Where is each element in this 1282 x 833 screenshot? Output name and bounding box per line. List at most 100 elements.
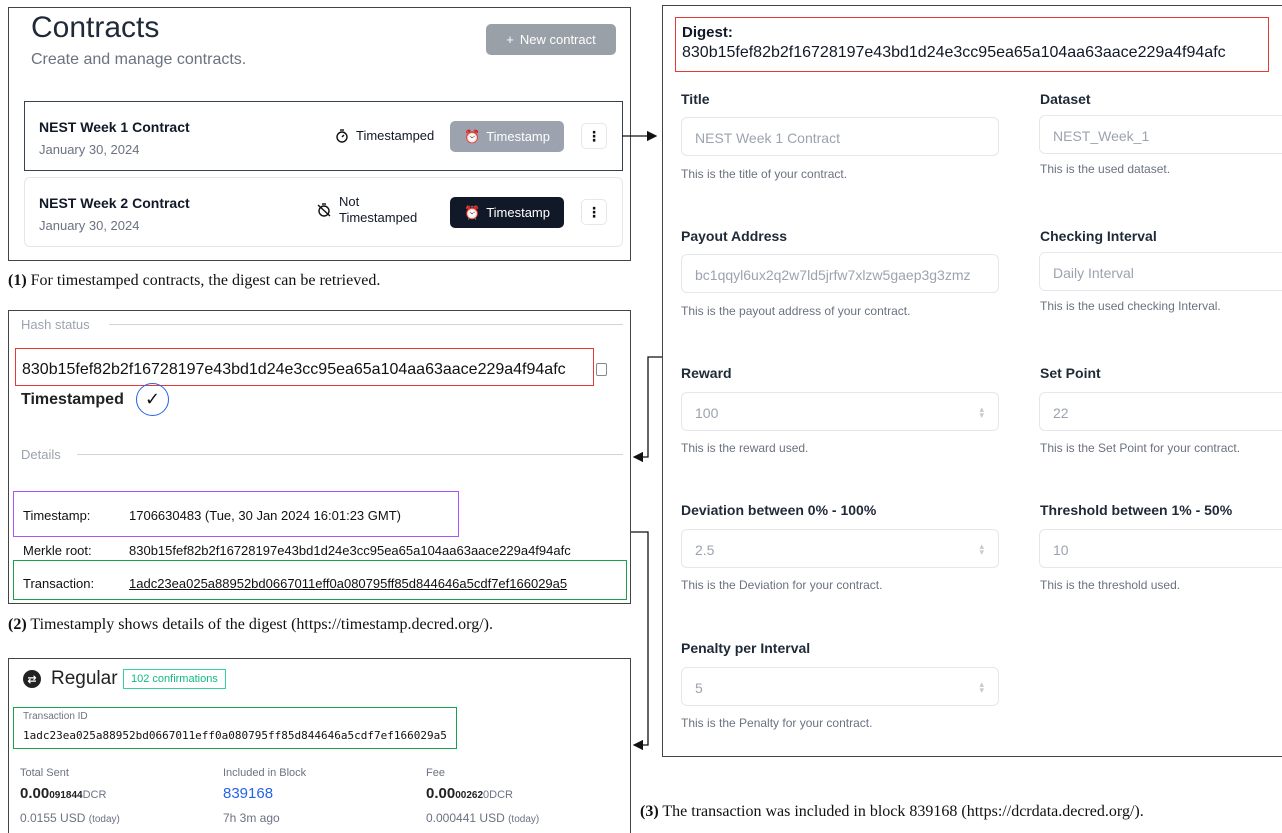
amount-main: 0.00: [426, 785, 456, 802]
contract-row-week-2[interactable]: NEST Week 2 Contract January 30, 2024 No…: [24, 177, 623, 247]
divider: [109, 324, 623, 325]
title-input[interactable]: NEST Week 1 Contract: [681, 117, 999, 156]
detail-value: 1706630483 (Tue, 30 Jan 2024 16:01:23 GM…: [129, 508, 401, 523]
contract-date: January 30, 2024: [39, 218, 140, 233]
caption-1: (1) For timestamped contracts, the diges…: [8, 272, 380, 290]
contract-name: NEST Week 2 Contract: [39, 195, 190, 211]
usd-amount: 0.0155: [20, 811, 57, 825]
spinner-icon[interactable]: ▴ ▾: [979, 542, 984, 557]
fee-label: Fee: [426, 767, 445, 779]
status-timestamped: Timestamped: [336, 128, 434, 143]
more-options-icon[interactable]: ⋮: [581, 199, 607, 225]
page-subtitle: Create and manage contracts.: [31, 51, 247, 68]
set-point-input[interactable]: 22: [1039, 392, 1282, 431]
hash-status-heading: Hash status: [21, 317, 90, 332]
alarm-clock-icon: ⏰: [464, 204, 481, 220]
stopwatch-icon: [336, 128, 348, 143]
dcrdata-panel: ⇄ Regular 102 confirmations Transaction …: [8, 658, 631, 833]
penalty-value: 5: [695, 680, 703, 696]
detail-key: Timestamp:: [23, 508, 91, 523]
payout-address-input[interactable]: bc1qqyl6ux2q2w7ld5jrfw7xlzw5gaep3g3zmz: [681, 254, 999, 293]
hash-value: 830b15fef82b2f16728197e43bd1d24e3cc95ea6…: [15, 348, 594, 386]
caption-text: The transaction was included in block 83…: [658, 803, 1144, 820]
check-circle-icon: ✓: [136, 383, 169, 416]
title-help: This is the title of your contract.: [681, 167, 848, 181]
penalty-help: This is the Penalty for your contract.: [681, 716, 873, 730]
block-age: 7h 3m ago: [223, 811, 280, 825]
dataset-label: Dataset: [1040, 91, 1091, 107]
reward-value: 100: [695, 405, 719, 421]
new-contract-button[interactable]: + New contract: [486, 24, 616, 55]
arrow-to-transaction: [631, 531, 649, 751]
set-point-help: This is the Set Point for your contract.: [1040, 441, 1241, 455]
digest-highlight: Digest: 830b15fef82b2f16728197e43bd1d24e…: [675, 17, 1269, 72]
block-link[interactable]: 839168: [223, 785, 273, 802]
stopwatch-off-icon: [317, 203, 331, 217]
caption-2: (2) Timestamply shows details of the dig…: [8, 616, 493, 634]
today-note: (today): [508, 814, 540, 825]
usd-unit: USD: [479, 811, 505, 825]
reward-input[interactable]: 100 ▴ ▾: [681, 392, 999, 431]
decred-logo-icon: ⇄: [23, 670, 41, 688]
amount-unit: DCR: [489, 789, 513, 801]
caption-3: (3) The transaction was included in bloc…: [640, 803, 1144, 821]
dataset-input[interactable]: NEST_Week_1: [1039, 115, 1282, 154]
timestamp-label: Timestamp: [486, 205, 550, 220]
caption-number: (1): [8, 272, 27, 289]
reward-label: Reward: [681, 365, 732, 381]
threshold-label: Threshold between 1% - 50%: [1040, 502, 1233, 518]
details-heading: Details: [21, 447, 61, 462]
caption-number: (2): [8, 616, 27, 633]
set-point-label: Set Point: [1040, 365, 1101, 381]
checking-interval-input[interactable]: Daily Interval: [1039, 252, 1282, 291]
usd-amount: 0.000441: [426, 811, 477, 825]
copy-icon[interactable]: [596, 363, 607, 376]
reward-help: This is the reward used.: [681, 441, 809, 455]
contract-name: NEST Week 1 Contract: [39, 119, 190, 135]
hash-status-text: Timestamped: [21, 391, 124, 408]
block-label: Included in Block: [223, 767, 307, 779]
payout-address-label: Payout Address: [681, 228, 788, 244]
status-text: Timestamped: [356, 128, 435, 143]
amount-small: 091844: [49, 790, 83, 801]
amount-main: 0.00: [20, 785, 50, 802]
more-options-icon[interactable]: ⋮: [581, 123, 607, 149]
status-text-2: Timestamped: [339, 210, 418, 225]
detail-key: Transaction:: [23, 576, 95, 591]
deviation-input[interactable]: 2.5 ▴ ▾: [681, 529, 999, 568]
status-not-timestamped: Not Timestamped: [317, 194, 417, 226]
page-title: Contracts: [31, 11, 160, 44]
transaction-id-box: Transaction ID 1adc23ea025a88952bd066701…: [13, 707, 457, 749]
threshold-input[interactable]: 10: [1039, 529, 1282, 568]
checking-interval-label: Checking Interval: [1040, 228, 1157, 244]
amount-small: 00262: [455, 790, 484, 801]
contract-row-week-1[interactable]: NEST Week 1 Contract January 30, 2024 Ti…: [24, 101, 623, 171]
transaction-type: Regular: [51, 668, 118, 689]
new-contract-label: New contract: [519, 32, 596, 47]
divider: [77, 454, 623, 455]
total-sent-usd: 0.0155 USD (today): [20, 811, 120, 825]
arrow-to-hash-status: [632, 356, 662, 463]
timestamply-panel: Hash status 830b15fef82b2f16728197e43bd1…: [8, 310, 631, 604]
deviation-value: 2.5: [695, 542, 715, 558]
deviation-help: This is the Deviation for your contract.: [681, 578, 883, 592]
deviation-label: Deviation between 0% - 100%: [681, 502, 877, 518]
timestamp-button[interactable]: ⏰ Timestamp: [450, 121, 564, 152]
spinner-icon[interactable]: ▴ ▾: [979, 405, 984, 420]
threshold-help: This is the threshold used.: [1040, 578, 1181, 592]
payout-address-help: This is the payout address of your contr…: [681, 304, 911, 318]
digest-value: 830b15fef82b2f16728197e43bd1d24e3cc95ea6…: [682, 44, 1226, 61]
dataset-help: This is the used dataset.: [1040, 162, 1171, 176]
timestamp-button[interactable]: ⏰ Timestamp: [450, 197, 564, 228]
status-text-1: Not: [339, 194, 360, 209]
caption-number: (3): [640, 803, 659, 820]
penalty-input[interactable]: 5 ▴ ▾: [681, 667, 999, 706]
today-note: (today): [88, 814, 120, 825]
transaction-link[interactable]: 1adc23ea025a88952bd0667011eff0a080795ff8…: [129, 576, 567, 591]
checking-interval-help: This is the used checking Interval.: [1040, 299, 1221, 313]
digest-label: Digest:: [682, 24, 733, 41]
detail-value: 830b15fef82b2f16728197e43bd1d24e3cc95ea6…: [129, 543, 571, 558]
spinner-icon[interactable]: ▴ ▾: [979, 680, 984, 695]
fee-usd: 0.000441 USD (today): [426, 811, 539, 825]
caption-text: Timestamply shows details of the digest …: [26, 616, 493, 633]
